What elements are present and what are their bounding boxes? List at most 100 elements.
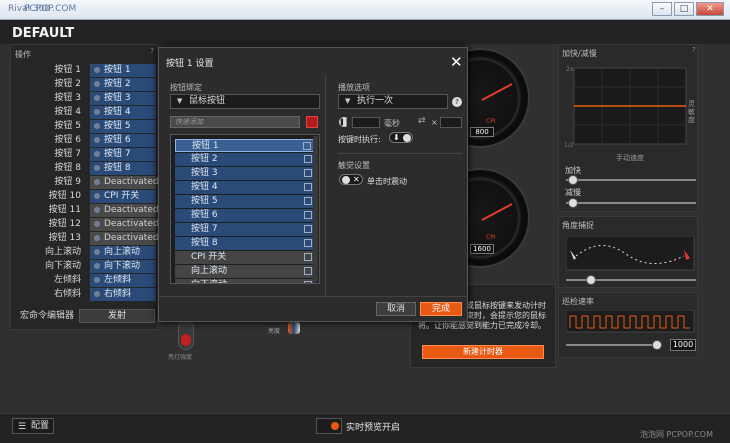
checkbox-icon[interactable] [304,267,312,275]
button-row-binding[interactable]: Deactivated [90,232,159,245]
button-row-binding[interactable]: 按钮 3 [90,92,156,105]
binding-list-item-label: 按钮 1 [192,141,219,151]
exec-toggle[interactable]: ⬇ [389,132,413,143]
binding-list-item[interactable]: 按钮 5 [175,195,315,208]
button-row[interactable]: 按钮 4 按钮 4 [11,106,157,119]
checkbox-icon[interactable] [304,183,312,191]
button-row[interactable]: 向下滚动 向下滚动 [11,260,157,273]
record-icon[interactable] [306,116,318,128]
checkbox-icon[interactable] [304,253,312,261]
pause-icon[interactable]: ❚❚ [339,117,351,127]
checkbox-icon[interactable] [304,211,312,219]
polling-slider-knob[interactable] [652,340,662,350]
close-button[interactable]: ✕ [696,2,724,16]
repeat-icon[interactable]: ⇄ [418,116,426,126]
binding-list-item-label: 按钮 8 [191,238,218,248]
button-row-binding[interactable]: CPI 开关 [90,190,156,203]
help-icon[interactable]: ? [150,47,154,55]
repeat-count-input[interactable] [440,117,462,128]
quick-add-input[interactable]: 快速添加 [170,116,300,128]
button-row-binding[interactable]: Deactivated [90,176,159,189]
playback-label: 播放选项 [338,83,370,92]
binding-label: 按钮绑定 [170,83,202,92]
button-row-binding[interactable]: 右倾斜 [90,288,156,301]
button-row[interactable]: 按钮 10 CPI 开关 [11,190,157,203]
chevron-down-icon: ▼ [177,97,183,105]
done-button[interactable]: 完成 [420,302,462,316]
button-row[interactable]: 向上滚动 向上滚动 [11,246,157,259]
button-row[interactable]: 按钮 13 Deactivated [11,232,159,245]
fire-button[interactable]: 发射 [79,309,155,323]
button-row[interactable]: 按钮 3 按钮 3 [11,92,157,105]
binding-dropdown[interactable]: ▼ 鼠标按钮 [170,94,320,109]
button-row-binding[interactable]: 向上滚动 [90,246,156,259]
binding-list-item[interactable]: 按钮 2 [175,153,315,166]
binding-list-item[interactable]: 按钮 1 [175,139,315,152]
macro-editor-label[interactable]: 宏命令编辑器 [14,309,80,323]
button-row[interactable]: 按钮 7 按钮 7 [11,148,157,161]
button-row-name: 按钮 9 [54,177,81,187]
checkbox-icon[interactable] [304,225,312,233]
polling-value[interactable]: 1000 [670,339,696,351]
button-row-binding[interactable]: 按钮 4 [90,106,156,119]
maximize-button[interactable]: □ [674,2,694,16]
binding-list-item[interactable]: 按钮 8 [175,237,315,250]
live-preview-toggle[interactable] [316,418,342,434]
binding-list-item[interactable]: 向上滚动 [175,265,315,278]
button-row-binding[interactable]: 向下滚动 [90,260,156,273]
button-row-binding[interactable]: Deactivated [90,204,159,217]
accel-slider-track[interactable] [566,179,696,181]
minimize-button[interactable]: – [652,2,672,16]
button-row-binding[interactable]: 按钮 5 [90,120,156,133]
cancel-button[interactable]: 取消 [376,302,416,316]
checkbox-icon[interactable] [304,197,312,205]
button-row[interactable]: 按钮 6 按钮 6 [11,134,157,147]
binding-list-item[interactable]: 按钮 7 [175,223,315,236]
binding-list-item[interactable]: 按钮 3 [175,167,315,180]
help-icon[interactable]: ? [452,97,462,107]
button-row[interactable]: 左倾斜 左倾斜 [11,274,157,287]
button-row-binding[interactable]: 按钮 2 [90,78,156,91]
angle-slider-knob[interactable] [586,275,596,285]
accel-slider-knob[interactable] [568,175,578,185]
button-row-binding[interactable]: 按钮 6 [90,134,156,147]
checkbox-icon[interactable] [304,281,312,283]
haptic-toggle[interactable]: ✕ [339,174,363,185]
button-row-binding[interactable]: 按钮 8 [90,162,156,175]
binding-list-item-label: 向下滚动 [191,280,227,283]
help-icon[interactable]: ? [692,46,696,54]
delay-ms-input[interactable] [352,117,380,128]
decel-slider-track[interactable] [566,202,696,204]
binding-list-item[interactable]: 按钮 6 [175,209,315,222]
dialog-close-icon[interactable]: ✕ [450,53,463,71]
playback-dropdown[interactable]: ▼ 执行一次 [338,94,448,109]
button-row[interactable]: 右倾斜 右倾斜 [11,288,157,301]
button-row[interactable]: 按钮 2 按钮 2 [11,78,157,91]
button-row[interactable]: 按钮 12 Deactivated [11,218,159,231]
button-row-name: 按钮 2 [54,79,81,89]
button-row-name: 向上滚动 [44,247,81,257]
decel-slider-knob[interactable] [568,198,578,208]
button-row[interactable]: 按钮 9 Deactivated [11,176,159,189]
button-row-binding[interactable]: Deactivated [90,218,159,231]
polling-slider-track[interactable] [566,344,662,346]
button-row-binding[interactable]: 左倾斜 [90,274,156,287]
checkbox-icon[interactable] [304,155,312,163]
button-row[interactable]: 按钮 11 Deactivated [11,204,159,217]
button-row-binding[interactable]: 按钮 7 [90,148,156,161]
button-row-binding[interactable]: 按钮 1 [90,64,156,77]
button-row[interactable]: 按钮 5 按钮 5 [11,120,157,133]
checkbox-icon[interactable] [304,169,312,177]
button-row[interactable]: 按钮 8 按钮 8 [11,162,157,175]
config-button[interactable]: ☰ 配置 [12,418,54,434]
binding-list-item[interactable]: 按钮 4 [175,181,315,194]
new-timer-button[interactable]: 新建计时器 [422,345,544,359]
checkbox-icon[interactable] [304,239,312,247]
binding-list-scrollbar[interactable] [313,136,318,282]
button-row[interactable]: 按钮 1 按钮 1 [11,64,157,77]
binding-list-item[interactable]: 向下滚动 [175,279,315,283]
binding-list-item[interactable]: CPI 开关 [175,251,315,264]
checkbox-icon[interactable] [303,142,311,150]
color-picker-icon[interactable] [288,322,300,334]
toggle-indicator [331,422,339,430]
